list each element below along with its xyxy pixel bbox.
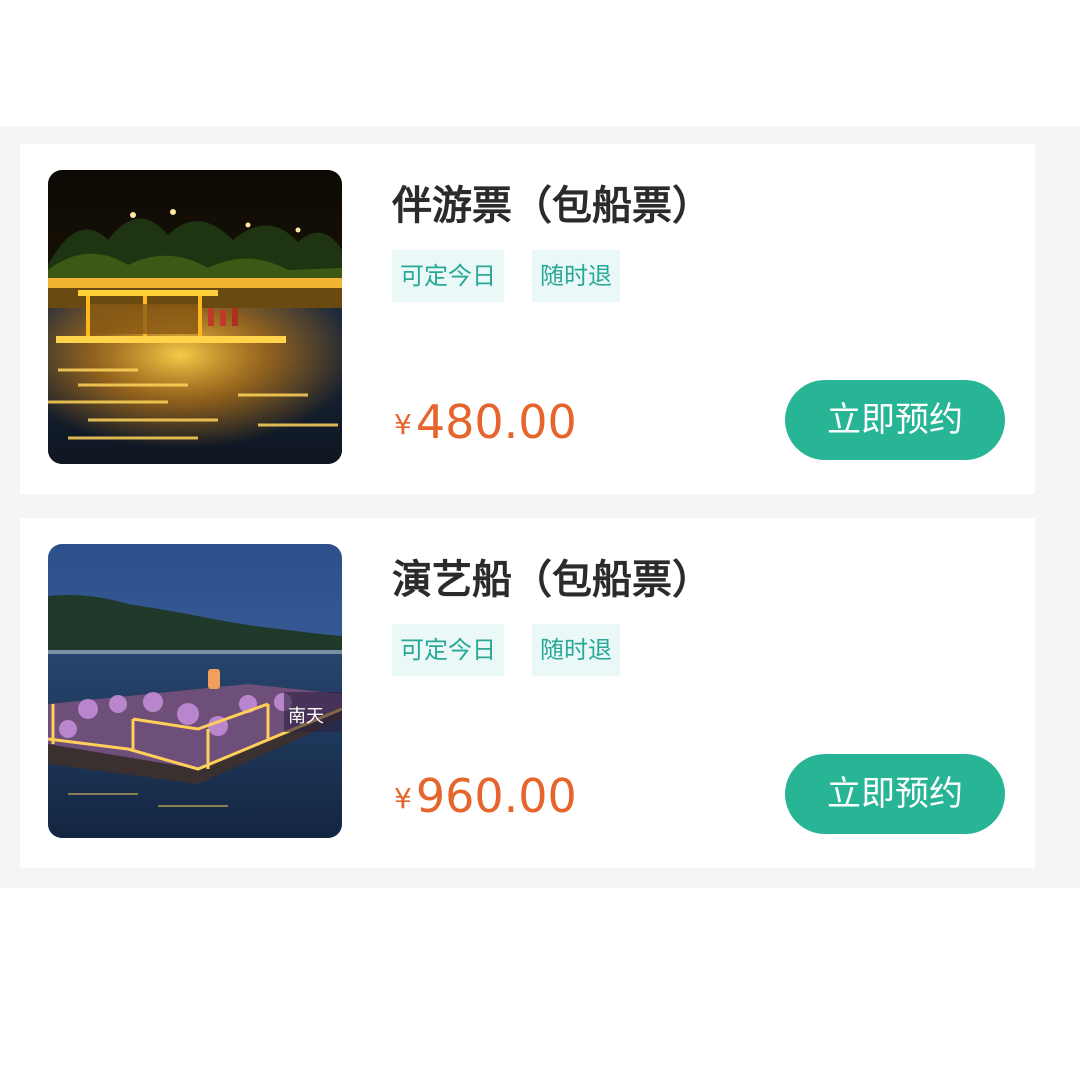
tag-bookable-today: 可定今日: [392, 624, 504, 676]
tag-refund-anytime: 随时退: [532, 250, 620, 302]
price-amount: 960.00: [415, 769, 577, 823]
ticket-tags: 可定今日 随时退: [392, 250, 620, 302]
ticket-title[interactable]: 伴游票（包船票）: [392, 178, 712, 234]
ticket-tags: 可定今日 随时退: [392, 624, 620, 676]
currency-symbol: ¥: [394, 782, 412, 815]
tag-bookable-today: 可定今日: [392, 250, 504, 302]
currency-symbol: ¥: [394, 408, 412, 441]
price-amount: 480.00: [415, 395, 577, 449]
ticket-title[interactable]: 演艺船（包船票）: [392, 552, 712, 608]
svg-text:南天: 南天: [288, 706, 324, 727]
book-now-button[interactable]: 立即预约: [785, 380, 1005, 460]
ticket-card[interactable]: 伴游票（包船票） 可定今日 随时退 ¥480.00 立即预约: [20, 144, 1035, 494]
ticket-image-night-boat[interactable]: [48, 170, 342, 464]
ticket-card[interactable]: 南天 演艺船（包船票） 可定今日 随时退 ¥960.00 立即预约: [20, 518, 1035, 868]
ticket-price: ¥960.00: [394, 766, 577, 837]
ticket-price: ¥480.00: [394, 392, 577, 463]
tag-refund-anytime: 随时退: [532, 624, 620, 676]
ticket-image-performance-boat[interactable]: 南天: [48, 544, 342, 838]
book-now-button[interactable]: 立即预约: [785, 754, 1005, 834]
